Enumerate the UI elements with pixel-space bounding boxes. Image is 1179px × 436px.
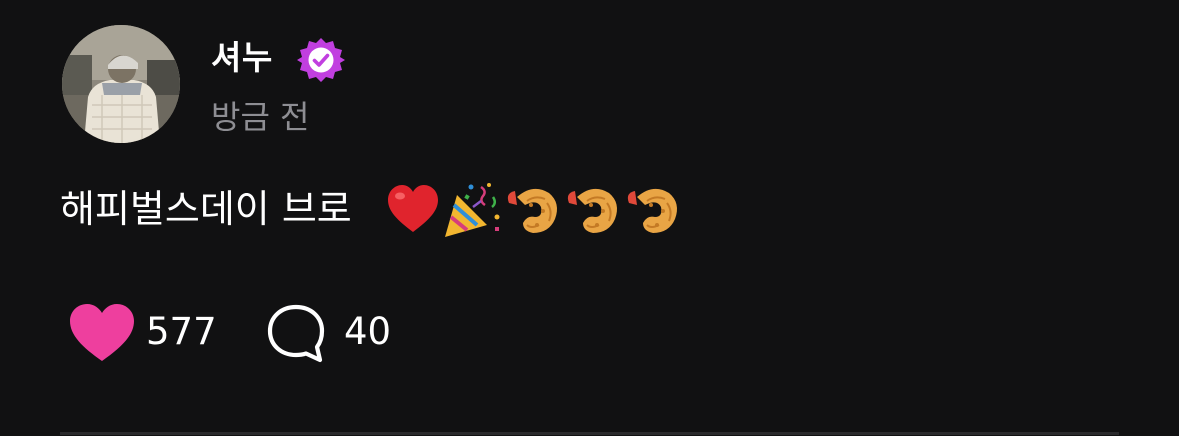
avatar-photo — [62, 25, 180, 143]
post-card: 셔누 방금 전 해피벌스데이 브로 577 40 — [0, 0, 1179, 436]
shrimp-emoji-icon — [567, 188, 617, 233]
post-text: 해피벌스데이 브로 — [60, 187, 352, 231]
heart-emoji-icon — [388, 185, 438, 232]
like-heart-icon[interactable] — [68, 303, 136, 363]
shrimp-emoji-icon — [507, 188, 557, 233]
comment-bubble-icon[interactable] — [266, 303, 326, 363]
author-name[interactable]: 셔누 — [211, 36, 273, 80]
post-divider — [60, 432, 1119, 435]
shrimp-emoji-icon — [627, 188, 677, 233]
verified-badge-icon — [296, 35, 346, 85]
post-timestamp: 방금 전 — [211, 98, 310, 136]
post-emojis — [385, 181, 683, 239]
like-count: 577 — [146, 310, 217, 353]
avatar[interactable] — [62, 25, 180, 143]
comment-count: 40 — [344, 310, 392, 353]
party-popper-icon — [445, 183, 500, 237]
